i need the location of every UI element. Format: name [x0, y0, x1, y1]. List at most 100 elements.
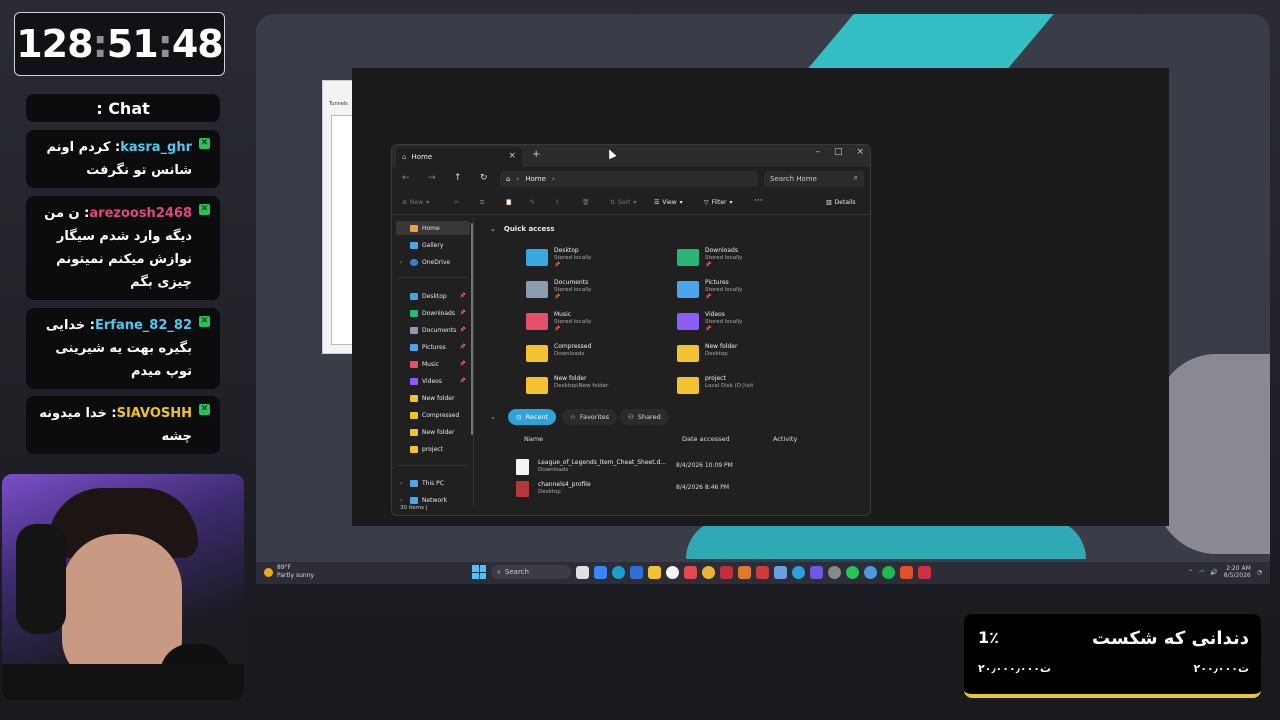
quick-access-item[interactable]: New folder Desktop\New folder: [526, 375, 666, 399]
quick-access-item[interactable]: Compressed Downloads: [526, 343, 666, 367]
app-icon[interactable]: [846, 565, 859, 579]
file-row[interactable]: channels4_profile Desktop 8/4/2026 8:46 …: [516, 479, 856, 499]
start-button[interactable]: [472, 565, 486, 579]
sidebar-item-gallery[interactable]: Gallery: [396, 238, 470, 252]
widgets-icon[interactable]: [594, 565, 607, 579]
app-icon[interactable]: [864, 565, 877, 579]
taskbar-search[interactable]: ⌕ Search: [491, 565, 571, 579]
quick-access-item[interactable]: Pictures Stored locally 📌: [677, 279, 817, 303]
maximize-button[interactable]: □: [834, 147, 843, 157]
clock[interactable]: 2:20 AM 8/5/2026: [1224, 565, 1251, 579]
app-icon[interactable]: [810, 565, 823, 579]
quick-access-item[interactable]: Documents Stored locally 📌: [526, 279, 666, 303]
delete-icon[interactable]: 🗑: [582, 199, 590, 206]
breadcrumb[interactable]: Home: [525, 175, 546, 183]
app-icon[interactable]: [720, 565, 733, 579]
quick-access-header[interactable]: ⌄ Quick access: [490, 225, 555, 233]
address-field[interactable]: ⌂ › Home ›: [500, 171, 758, 187]
sidebar-item-new-folder[interactable]: New folder: [396, 425, 470, 439]
app-icon[interactable]: [756, 565, 769, 579]
cut-icon[interactable]: ✂: [454, 199, 459, 206]
sidebar-item-videos[interactable]: Videos 📌: [396, 374, 470, 388]
app-icon[interactable]: [738, 565, 751, 579]
pin-icon: 📌: [705, 294, 712, 300]
sidebar-item-this-pc[interactable]: › This PC: [396, 476, 470, 490]
column-header-name[interactable]: Name: [524, 435, 543, 443]
recent-filter-chip[interactable]: ◷ Recent: [508, 409, 557, 425]
chevron-right-icon[interactable]: ›: [400, 497, 402, 504]
chevron-down-icon[interactable]: ⌄: [490, 413, 496, 421]
minimize-button[interactable]: –: [815, 147, 820, 157]
refresh-icon[interactable]: ↻: [480, 173, 488, 183]
rename-icon[interactable]: ✎: [530, 199, 535, 206]
sidebar-item-onedrive[interactable]: › OneDrive: [396, 255, 470, 269]
navigation-scrollbar[interactable]: [471, 223, 473, 435]
forward-arrow-icon[interactable]: →: [428, 173, 436, 183]
quick-access-item[interactable]: Desktop Stored locally 📌: [526, 247, 666, 271]
edge-icon[interactable]: [612, 565, 625, 579]
app-icon[interactable]: [828, 565, 841, 579]
sidebar-item-downloads[interactable]: Downloads 📌: [396, 306, 470, 320]
sidebar-item-new-folder[interactable]: New folder: [396, 391, 470, 405]
quick-access-item[interactable]: New folder Desktop: [677, 343, 817, 367]
quick-access-item[interactable]: Downloads Stored locally 📌: [677, 247, 817, 271]
search-icon: ⌕: [853, 173, 858, 182]
spotify-icon[interactable]: [882, 565, 895, 579]
chevron-down-icon[interactable]: ⌄: [490, 225, 496, 233]
background-app-window[interactable]: Tunnels: [322, 80, 356, 354]
task-view-icon[interactable]: [576, 565, 589, 579]
details-button[interactable]: ▥ Details: [826, 199, 855, 206]
new-tab-button[interactable]: +: [532, 149, 540, 160]
sidebar-item-pictures[interactable]: Pictures 📌: [396, 340, 470, 354]
column-header-date[interactable]: Date accessed: [682, 435, 730, 443]
file-row[interactable]: League_of_Legends_Item_Cheat_Sheet.d... …: [516, 457, 856, 477]
back-arrow-icon[interactable]: ←: [402, 173, 410, 183]
tab-home[interactable]: ⌂ Home ×: [396, 147, 522, 167]
store-icon[interactable]: [630, 565, 643, 579]
file-explorer-window[interactable]: ⌂ Home × + – □ × ← → ↑ ↻ ⌂ › Home › Sear…: [391, 144, 871, 516]
copy-icon[interactable]: ⧉: [480, 199, 484, 207]
chevron-right-icon[interactable]: ›: [400, 259, 402, 266]
quick-access-item[interactable]: project Local Disk (D:)\sit: [677, 375, 817, 399]
paste-icon[interactable]: 📋: [505, 199, 512, 206]
sidebar-item-home[interactable]: Home: [396, 221, 470, 235]
up-arrow-icon[interactable]: ↑: [454, 173, 462, 183]
app-icon[interactable]: [774, 565, 787, 579]
more-options-button[interactable]: ···: [754, 196, 763, 206]
chevron-right-icon[interactable]: ›: [400, 480, 402, 487]
column-header-activity[interactable]: Activity: [773, 435, 797, 443]
wifi-icon[interactable]: ◠: [1199, 569, 1204, 576]
close-tab-icon[interactable]: ×: [508, 151, 516, 161]
sidebar-item-music[interactable]: Music 📌: [396, 357, 470, 371]
share-icon[interactable]: ⇪: [555, 199, 560, 206]
headphone-icon: [16, 524, 66, 634]
title-bar[interactable]: ⌂ Home × + – □ ×: [392, 145, 870, 167]
quick-access-item[interactable]: Music Stored locally 📌: [526, 311, 666, 335]
close-window-button[interactable]: ×: [856, 147, 864, 157]
app-icon[interactable]: [666, 565, 679, 579]
sidebar-item-desktop[interactable]: Desktop 📌: [396, 289, 470, 303]
shared-filter-chip[interactable]: ⚇ Shared: [620, 409, 669, 425]
app-icon[interactable]: [918, 565, 931, 579]
brave-icon[interactable]: [900, 565, 913, 579]
sort-button[interactable]: ⇅ Sort ▾: [610, 199, 636, 206]
document-icon: [516, 459, 529, 475]
chevron-up-icon[interactable]: ⌃: [1188, 569, 1193, 576]
new-button[interactable]: ⊕ New ▾: [402, 199, 429, 206]
search-input[interactable]: Search Home ⌕: [764, 171, 864, 187]
quick-access-item[interactable]: Videos Stored locally 📌: [677, 311, 817, 335]
chat-message: ✕ Erfane_82_82: خدایی بگیره بهت یه شیرین…: [26, 308, 220, 389]
sidebar-item-compressed[interactable]: Compressed: [396, 408, 470, 422]
sidebar-item-project[interactable]: project: [396, 442, 470, 456]
filter-button[interactable]: ▽ Filter ▾: [704, 199, 733, 206]
sidebar-item-documents[interactable]: Documents 📌: [396, 323, 470, 337]
favorites-filter-chip[interactable]: ☆ Favorites: [562, 409, 618, 425]
app-icon[interactable]: [684, 565, 697, 579]
telegram-icon[interactable]: [792, 565, 805, 579]
view-button[interactable]: ☰ View ▾: [654, 199, 683, 206]
notification-icon[interactable]: ◔: [1257, 569, 1262, 576]
file-explorer-icon[interactable]: [648, 565, 661, 579]
volume-icon[interactable]: 🔊: [1210, 569, 1217, 576]
chrome-icon[interactable]: [702, 565, 715, 579]
weather-widget[interactable]: 89°F Partly sunny: [264, 564, 314, 580]
